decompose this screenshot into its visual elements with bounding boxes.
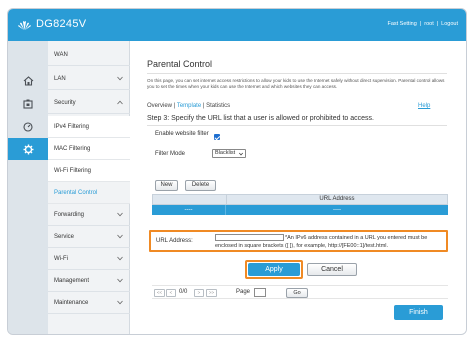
page-description: On this page, you can set internet acces… [147, 78, 445, 89]
first-page-button[interactable]: << [154, 289, 165, 297]
menu-forwarding[interactable]: Forwarding [48, 204, 130, 226]
gauge-icon [23, 122, 33, 132]
prev-page-button[interactable]: < [166, 289, 176, 297]
main-content: Parental Control On this page, you can s… [130, 41, 466, 334]
tab-statistics[interactable]: Statistics [206, 103, 230, 109]
menu-wan[interactable]: WAN [48, 44, 130, 66]
help-link[interactable]: Help [418, 103, 430, 109]
select-column-header [153, 195, 227, 204]
url-address-label: URL Address: [156, 238, 193, 244]
menu-ipv4-filtering[interactable]: IPv4 Filtering [48, 116, 130, 138]
menu-parental-control[interactable]: Parental Control [48, 182, 130, 204]
brand-name: DG8245V [36, 18, 87, 30]
rail-home-button[interactable] [8, 70, 48, 92]
page-title: Parental Control [147, 59, 213, 69]
menu-lan[interactable]: LAN [48, 68, 130, 90]
menu-maintenance[interactable]: Maintenance [48, 292, 130, 314]
table-row[interactable]: ---- ---- [152, 205, 448, 215]
chevron-down-icon [117, 234, 123, 239]
menu-mac-filtering[interactable]: MAC Filtering [48, 138, 130, 160]
sitemap-icon [23, 99, 33, 109]
link-separator: | [419, 21, 422, 27]
top-links: Fast Setting | root | Logout [387, 21, 458, 27]
page-count: 0/0 [179, 289, 188, 295]
tab-overview[interactable]: Overview [147, 103, 172, 109]
user-link[interactable]: root [424, 21, 433, 27]
huawei-logo-icon [18, 21, 31, 30]
menu-security[interactable]: Security [48, 92, 130, 114]
rail-network-button[interactable] [8, 93, 48, 115]
go-button[interactable]: Go [286, 288, 308, 298]
menu-label: Parental Control [54, 189, 98, 196]
menu-label: Security [54, 99, 76, 106]
menu-label: Maintenance [54, 299, 89, 306]
menu-label: Wi-Fi Filtering [54, 167, 91, 174]
next-page-button[interactable]: > [194, 289, 204, 297]
chevron-down-icon [117, 300, 123, 305]
tab-template[interactable]: Template [177, 103, 201, 109]
apply-button[interactable]: Apply [248, 263, 300, 276]
chevron-down-icon [239, 152, 243, 156]
menu-label: Wi-Fi [54, 255, 68, 262]
table-header: URL Address [152, 194, 448, 205]
home-icon [23, 76, 33, 86]
url-table: URL Address ---- ---- [152, 194, 448, 216]
page-number-input[interactable] [254, 288, 266, 297]
menu-label: Service [54, 233, 75, 240]
step-heading: Step 3: Specify the URL list that a user… [147, 115, 374, 122]
finish-button[interactable]: Finish [394, 305, 443, 320]
page-label: Page [236, 289, 251, 295]
menu-management[interactable]: Management [48, 270, 130, 292]
menu-wifi[interactable]: Wi-Fi [48, 248, 130, 270]
tab-separator: | [173, 103, 176, 109]
new-button[interactable]: New [155, 180, 178, 191]
pagination: << < 0/0 > >> Page Go [152, 285, 448, 299]
logout-link[interactable]: Logout [441, 21, 458, 27]
menu-label: LAN [54, 75, 66, 82]
url-column-header: URL Address [319, 196, 355, 202]
menu-label: Forwarding [54, 211, 85, 218]
last-page-button[interactable]: >> [206, 289, 217, 297]
divider [147, 125, 447, 126]
url-entry-highlight: URL Address: *An IPv6 address contained … [149, 230, 448, 252]
menu-service[interactable]: Service [48, 226, 130, 248]
chevron-down-icon [117, 76, 123, 81]
chevron-up-icon [117, 100, 123, 105]
menu-label: MAC Filtering [54, 145, 91, 152]
enable-filter-label: Enable website filter [155, 131, 209, 137]
rail-status-button[interactable] [8, 116, 48, 138]
divider [147, 73, 447, 74]
delete-button[interactable]: Delete [185, 180, 216, 191]
fast-setting-link[interactable]: Fast Setting [387, 21, 416, 27]
filter-mode-select[interactable]: Blacklist [212, 149, 246, 158]
icon-rail [8, 41, 48, 334]
cancel-button[interactable]: Cancel [307, 263, 357, 276]
chevron-down-icon [117, 256, 123, 261]
tab-separator: | [202, 103, 205, 109]
menu-label: Management [54, 277, 90, 284]
menu-wifi-filtering[interactable]: Wi-Fi Filtering [48, 160, 130, 182]
page-tabs: Overview | Template | Statistics [147, 103, 230, 109]
url-address-input[interactable] [215, 234, 284, 241]
top-bar: DG8245V Fast Setting | root | Logout [8, 9, 466, 41]
chevron-down-icon [117, 212, 123, 217]
side-menu: WAN LAN Security IPv4 Filtering MAC Filt… [48, 41, 130, 334]
chevron-down-icon [117, 278, 123, 283]
table-cell: ---- [333, 207, 341, 213]
router-window: DG8245V Fast Setting | root | Logout WAN… [7, 8, 467, 335]
menu-label: WAN [54, 51, 68, 58]
link-separator: | [436, 21, 439, 27]
filter-mode-value: Blacklist [215, 150, 236, 156]
menu-label: IPv4 Filtering [54, 123, 90, 130]
rail-advanced-button[interactable] [8, 138, 48, 160]
gear-icon [23, 144, 33, 154]
table-cell: ---- [152, 205, 226, 215]
filter-mode-label: Filter Mode [155, 151, 186, 157]
enable-filter-checkbox[interactable] [214, 134, 220, 140]
